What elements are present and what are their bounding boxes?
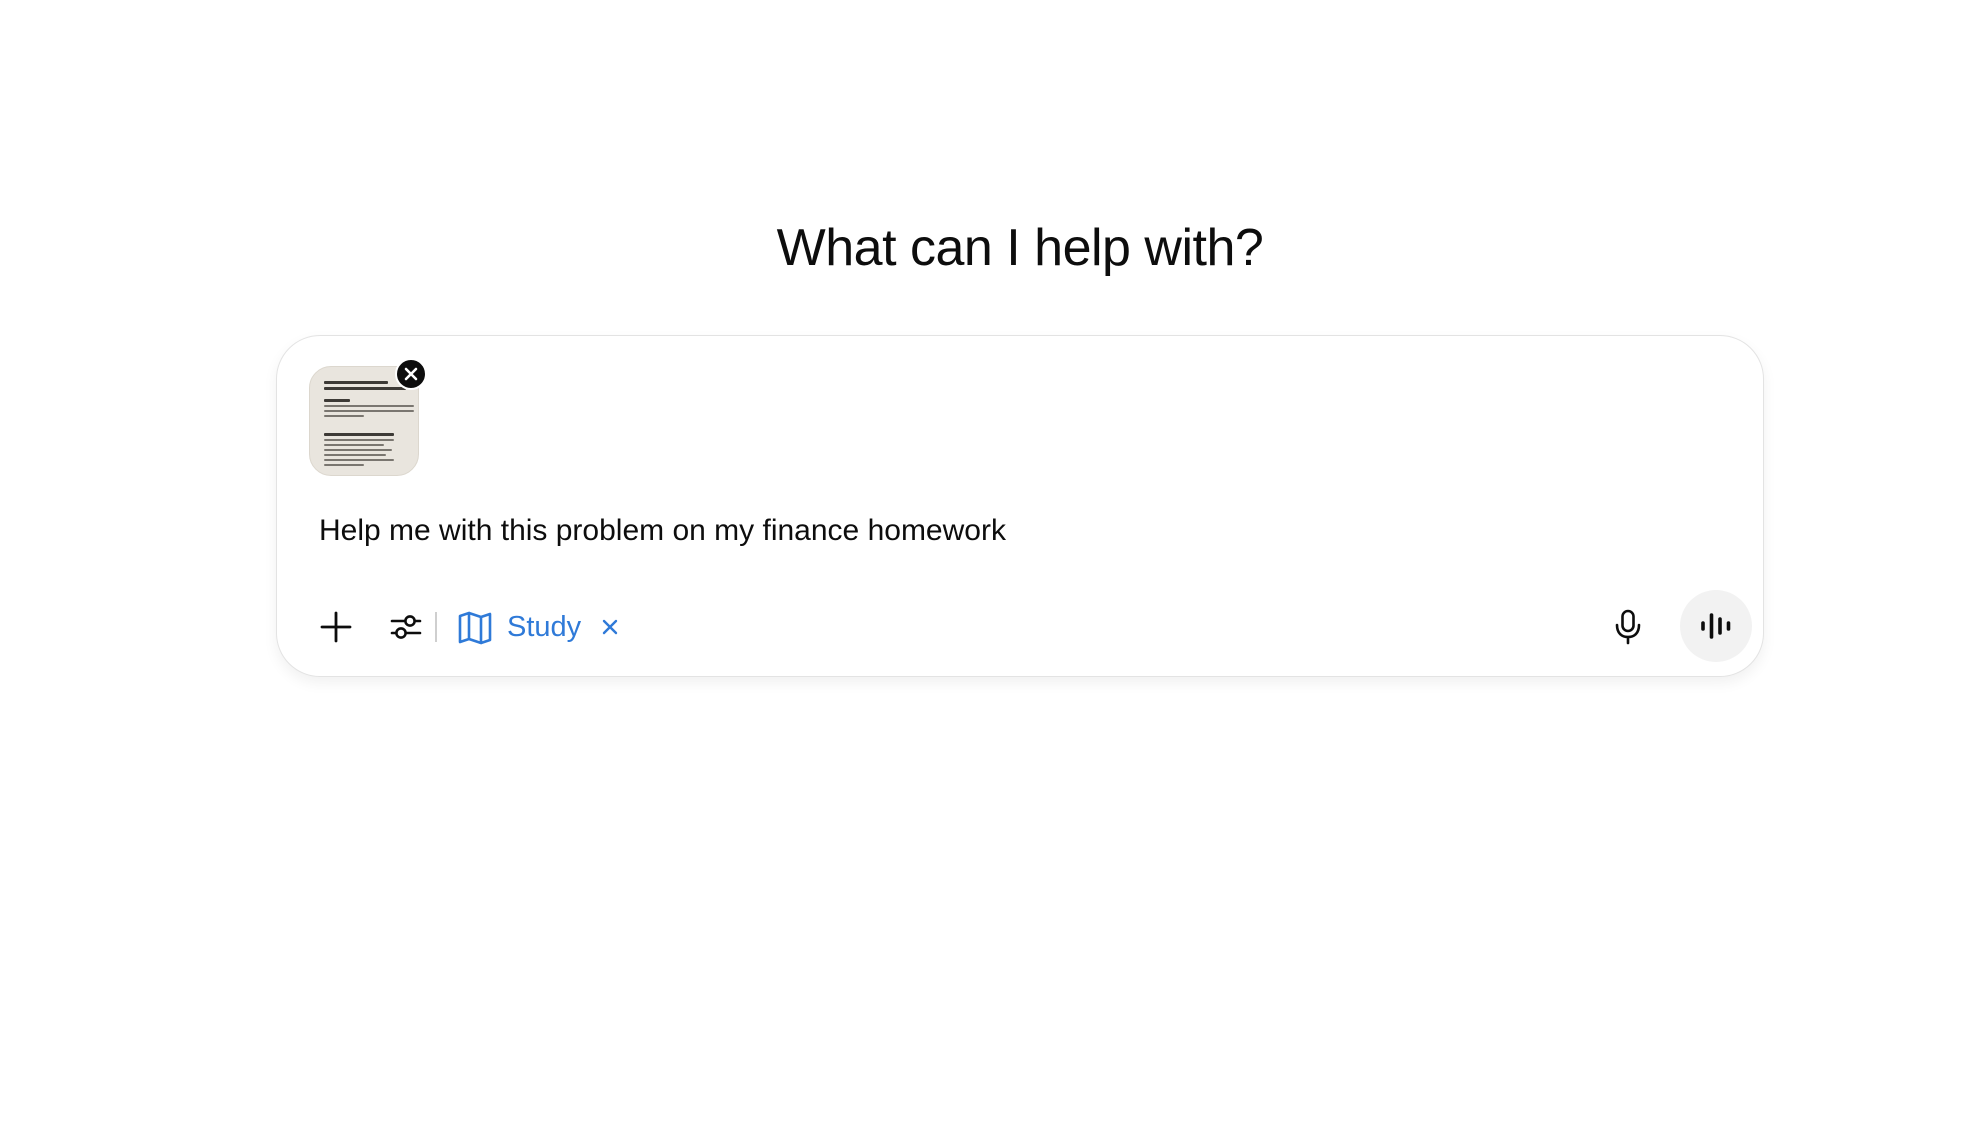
- page-heading: What can I help with?: [776, 219, 1264, 277]
- book-icon: [458, 611, 492, 645]
- toolbar-divider: [435, 612, 437, 642]
- plus-icon: [320, 611, 352, 643]
- close-icon: [404, 367, 418, 381]
- tools-button[interactable]: [381, 602, 431, 652]
- prompt-input[interactable]: Help me with this problem on my finance …: [319, 514, 1006, 548]
- chat-composer[interactable]: Help me with this problem on my finance …: [276, 335, 1764, 677]
- voice-waveform-icon: [1701, 613, 1731, 639]
- sliders-icon: [390, 615, 422, 639]
- voice-mode-button[interactable]: [1680, 590, 1752, 662]
- dictate-button[interactable]: [1603, 602, 1653, 652]
- study-mode-label: Study: [507, 610, 582, 643]
- remove-study-mode-button[interactable]: [601, 618, 619, 636]
- document-preview: [324, 379, 418, 475]
- remove-attachment-button[interactable]: [395, 358, 427, 390]
- study-mode-chip[interactable]: Study: [457, 598, 619, 656]
- microphone-icon: [1615, 609, 1641, 645]
- add-attachment-button[interactable]: [311, 602, 361, 652]
- page: What can I help with? Help me with this …: [0, 0, 1982, 1140]
- close-icon: [602, 619, 618, 635]
